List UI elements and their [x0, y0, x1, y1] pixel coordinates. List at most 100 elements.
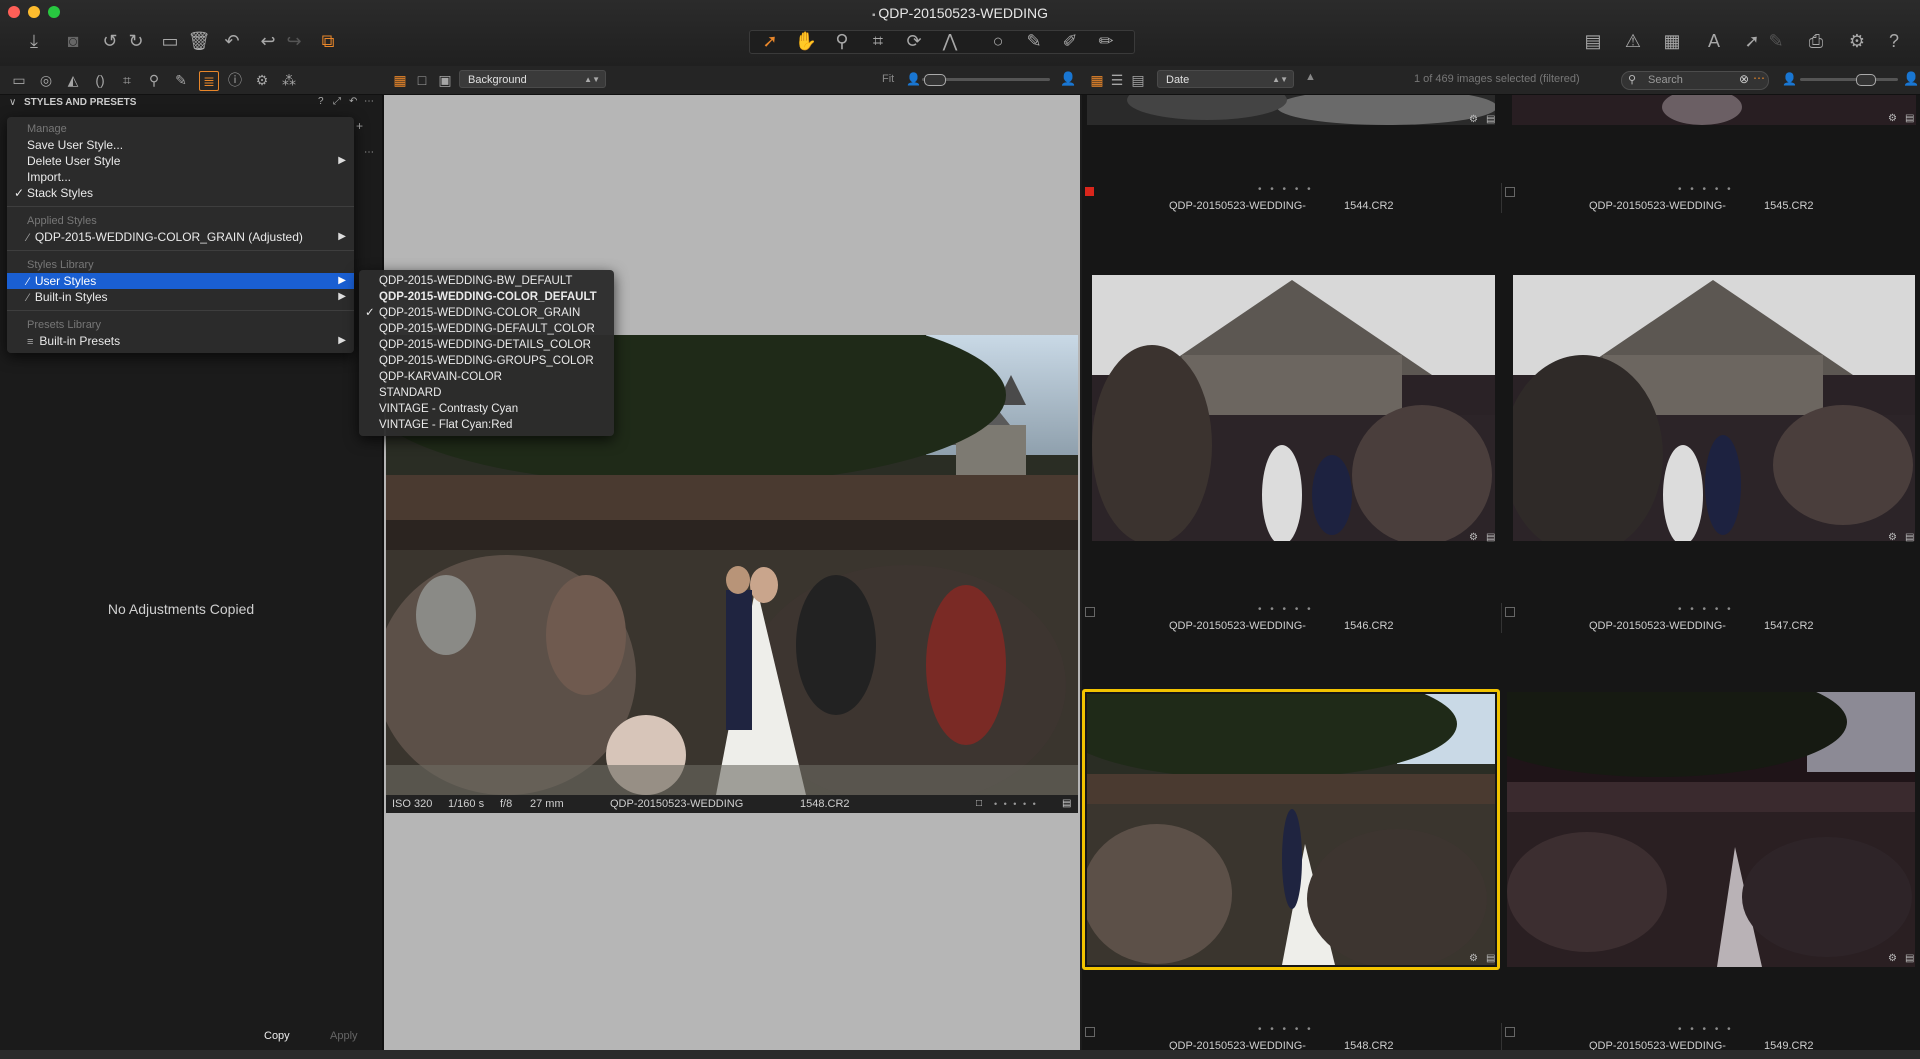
- import-icon[interactable]: ⤓: [22, 30, 46, 54]
- copy-apply-adjustments-icon[interactable]: ⧉: [316, 30, 340, 54]
- keystone-icon[interactable]: ⋀: [938, 30, 962, 54]
- menu-item-import[interactable]: Import...: [7, 169, 354, 185]
- library-tab-icon[interactable]: ▭: [10, 71, 28, 89]
- panel-reset-icon[interactable]: ↶: [349, 96, 357, 107]
- draw-mask-icon[interactable]: ✎: [1022, 30, 1046, 54]
- submenu-item[interactable]: QDP-2015-WEDDING-BW_DEFAULT: [359, 273, 614, 289]
- trash-icon[interactable]: 🗑: [187, 30, 211, 54]
- rating-dots[interactable]: • • • • •: [1258, 1024, 1314, 1035]
- thumbnail-image[interactable]: [1512, 95, 1916, 125]
- clear-search-icon[interactable]: ⊗: [1739, 72, 1749, 86]
- composition-tab-icon[interactable]: ⌗: [118, 71, 136, 89]
- color-tab-icon[interactable]: ◎: [37, 71, 55, 89]
- menu-item-save-user-style[interactable]: Save User Style...: [7, 137, 354, 153]
- panel-float-icon[interactable]: ⤢: [333, 96, 341, 107]
- list-view-icon[interactable]: ☰: [1108, 71, 1126, 89]
- zoom-slider[interactable]: [922, 74, 1050, 86]
- undo-icon[interactable]: ↩: [256, 30, 280, 54]
- thumbnail-size-slider[interactable]: [1800, 74, 1898, 86]
- search-field[interactable]: ⚲ Search ⊗: [1621, 71, 1769, 90]
- panel-help-icon[interactable]: ?: [318, 96, 324, 107]
- move-to-folder-icon[interactable]: ▭: [158, 30, 182, 54]
- color-tag-box[interactable]: [1505, 1027, 1515, 1037]
- red-color-tag[interactable]: [1085, 187, 1094, 196]
- submenu-item[interactable]: VINTAGE - Contrasty Cyan: [359, 401, 614, 417]
- color-tag-box[interactable]: [1505, 607, 1515, 617]
- reset-icon[interactable]: ↶: [220, 30, 244, 54]
- thumbnail-image[interactable]: [1092, 275, 1495, 541]
- details-tab-icon[interactable]: ⚲: [145, 71, 163, 89]
- color-picker-icon[interactable]: ✐: [1058, 30, 1082, 54]
- add-style-icon[interactable]: +: [356, 119, 363, 133]
- zoom-slider-thumb[interactable]: [924, 74, 946, 86]
- menu-item-user-styles[interactable]: ⁄ User Styles ▶: [7, 273, 354, 289]
- select-cursor-icon[interactable]: ➚: [758, 30, 782, 54]
- grid-view-icon[interactable]: ▦: [1088, 71, 1106, 89]
- help-icon[interactable]: ?: [1882, 30, 1906, 54]
- crop-icon[interactable]: ⌗: [866, 30, 890, 54]
- rating-dots[interactable]: • • • • •: [1678, 184, 1734, 195]
- metadata-tab-icon[interactable]: ⓘ: [226, 71, 244, 89]
- rotate-tool-icon[interactable]: ⟳: [902, 30, 926, 54]
- filmstrip-view-icon[interactable]: ▤: [1129, 71, 1147, 89]
- copy-button[interactable]: Copy: [264, 1030, 290, 1042]
- rating-dots[interactable]: • • • • •: [1258, 184, 1314, 195]
- process-icon[interactable]: ✎: [1764, 30, 1788, 54]
- print-icon[interactable]: ⎙: [1804, 30, 1828, 54]
- viewer-layout-icon[interactable]: ▤: [1581, 30, 1605, 54]
- exposure-warning-icon[interactable]: ⚠: [1621, 30, 1645, 54]
- color-tag-box[interactable]: [1505, 187, 1515, 197]
- sort-select[interactable]: Date ▲▼: [1157, 70, 1294, 88]
- subpanel-more-icon[interactable]: ⋯: [364, 147, 374, 158]
- submenu-item[interactable]: QDP-KARVAIN-COLOR: [359, 369, 614, 385]
- submenu-item[interactable]: QDP-2015-WEDDING-DETAILS_COLOR: [359, 337, 614, 353]
- copy-apply-tool-icon[interactable]: ✏: [1094, 30, 1118, 54]
- apply-button[interactable]: Apply: [330, 1030, 358, 1042]
- filter-more-icon[interactable]: ⋯: [1753, 71, 1765, 85]
- collapse-chevron-icon[interactable]: ∨: [9, 97, 16, 108]
- menu-item-applied-style[interactable]: ⁄ QDP-2015-WEDDING-COLOR_GRAIN (Adjusted)…: [7, 229, 354, 245]
- color-tag-box[interactable]: [1085, 1027, 1095, 1037]
- thumbnail-size-slider-thumb[interactable]: [1856, 74, 1876, 86]
- rotate-left-icon[interactable]: ↺: [98, 30, 122, 54]
- submenu-item[interactable]: QDP-2015-WEDDING-COLOR_DEFAULT: [359, 289, 614, 305]
- output-tab-icon[interactable]: ⚙: [253, 71, 271, 89]
- thumbnail-image[interactable]: [1087, 694, 1495, 965]
- text-overlay-icon[interactable]: A: [1702, 30, 1726, 54]
- redo-icon[interactable]: ↪: [282, 30, 306, 54]
- color-tag-box[interactable]: [1085, 607, 1095, 617]
- viewer-background-select[interactable]: Background ▲▼: [459, 70, 606, 88]
- lens-tab-icon[interactable]: (): [91, 71, 109, 89]
- menu-item-builtin-presets[interactable]: ≡ Built-in Presets ▶: [7, 333, 354, 349]
- rotate-right-icon[interactable]: ↻: [124, 30, 148, 54]
- batch-tab-icon[interactable]: ⁂: [280, 71, 298, 89]
- pan-icon[interactable]: ✋: [794, 30, 818, 54]
- submenu-item[interactable]: QDP-2015-WEDDING-DEFAULT_COLOR: [359, 321, 614, 337]
- multi-view-icon[interactable]: ▦: [391, 71, 409, 89]
- menu-item-builtin-styles[interactable]: ⁄ Built-in Styles ▶: [7, 289, 354, 305]
- proof-icon[interactable]: ➚: [1740, 30, 1764, 54]
- sort-direction-icon[interactable]: ▲: [1305, 71, 1316, 83]
- thumbnail-image[interactable]: [1513, 275, 1915, 541]
- rating-dots[interactable]: • • • • •: [1678, 1024, 1734, 1035]
- rating-dots[interactable]: • • • • •: [994, 795, 1038, 813]
- grid-icon[interactable]: ▦: [1660, 30, 1684, 54]
- menu-item-stack-styles[interactable]: ✓ Stack Styles: [7, 185, 354, 201]
- local-adjustments-tab-icon[interactable]: ✎: [172, 71, 190, 89]
- thumbnail-image[interactable]: [1087, 95, 1495, 125]
- rating-dots[interactable]: • • • • •: [1678, 604, 1734, 615]
- proof-margin-icon[interactable]: ▣: [436, 71, 454, 89]
- single-view-icon[interactable]: □: [413, 71, 431, 89]
- zoom-icon[interactable]: ⚲: [830, 30, 854, 54]
- exposure-tab-icon[interactable]: ◭: [64, 71, 82, 89]
- settings-gear-icon[interactable]: ⚙: [1845, 30, 1869, 54]
- submenu-item[interactable]: ✓ QDP-2015-WEDDING-COLOR_GRAIN: [359, 305, 614, 321]
- panel-more-icon[interactable]: ⋯: [364, 96, 374, 107]
- submenu-item[interactable]: STANDARD: [359, 385, 614, 401]
- menu-item-delete-user-style[interactable]: Delete User Style ▶: [7, 153, 354, 169]
- adjustments-tab-icon[interactable]: ≣: [199, 71, 219, 91]
- spot-removal-icon[interactable]: ○: [986, 30, 1010, 54]
- capture-icon[interactable]: ◙: [61, 30, 85, 54]
- thumbnail-image[interactable]: [1507, 692, 1915, 967]
- color-tag-box-icon[interactable]: □: [976, 795, 982, 813]
